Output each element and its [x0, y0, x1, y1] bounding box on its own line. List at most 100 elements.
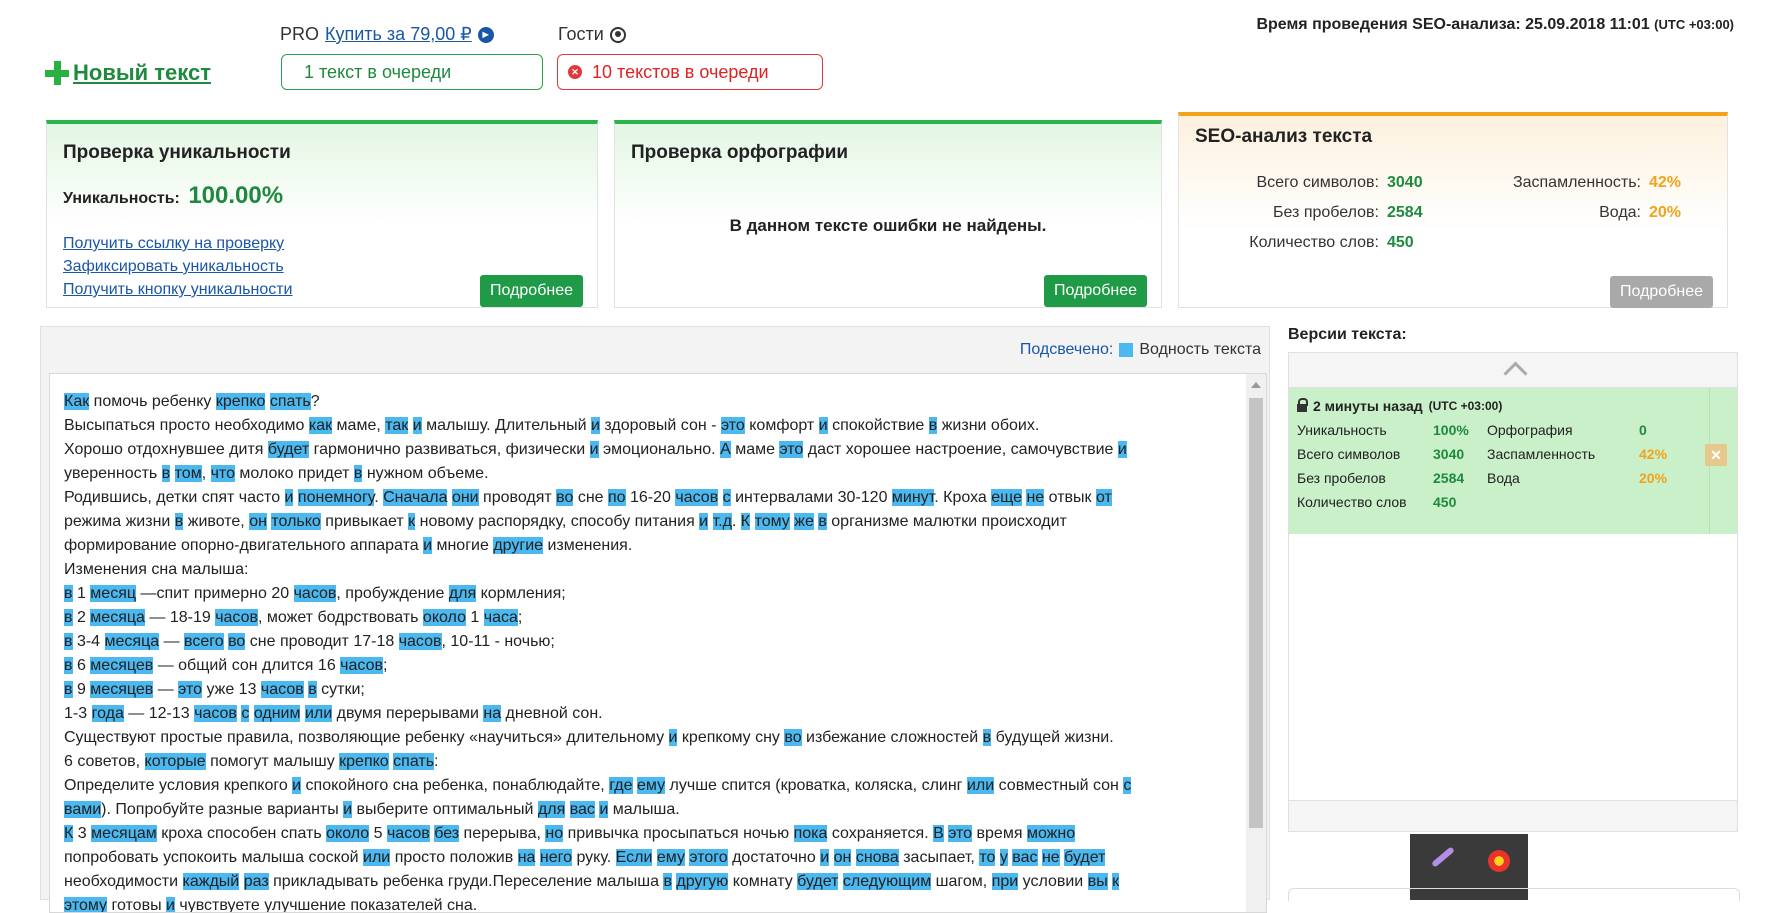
- highlighted-word: в: [64, 657, 73, 674]
- highlighted-word: с: [722, 489, 731, 506]
- text-area[interactable]: Как помочь ребенку крепко спать? Высыпать…: [49, 373, 1267, 913]
- seo-water-value: 20%: [1649, 204, 1682, 221]
- highlighted-word: в: [982, 729, 992, 746]
- highlighted-word: этому: [64, 897, 108, 913]
- highlighted-word: часов: [398, 633, 442, 650]
- fix-uniqueness-link[interactable]: Зафиксировать уникальность: [63, 255, 292, 278]
- text-segment: комфорт: [744, 417, 819, 434]
- text-line: в 9 месяцев — это уже 13 часов в сутки;: [64, 678, 1230, 702]
- chevron-up-icon[interactable]: [1503, 361, 1528, 386]
- text-segment: 6: [72, 657, 91, 674]
- text-segment: формирование опорно-двигательного аппара…: [64, 537, 424, 554]
- highlight-label: Подсвечено:: [1019, 341, 1114, 358]
- scroll-thumb[interactable]: [1249, 398, 1263, 828]
- highlighted-word: для: [448, 585, 477, 602]
- highlighted-word: при: [991, 873, 1019, 890]
- versions-panel: 2 минуты назад (UTC +03:00) Уникальность…: [1288, 352, 1738, 832]
- new-text-link[interactable]: Новый текст: [45, 60, 211, 86]
- highlighted-word: месяцам: [91, 825, 157, 842]
- highlighted-word: К: [64, 825, 74, 842]
- text-segment: выберите оптимальный: [352, 801, 538, 818]
- highlighted-word: в: [64, 609, 73, 626]
- text-segment: [170, 465, 174, 482]
- version-uniq-label: Уникальность: [1297, 422, 1387, 438]
- highlighted-word: еще: [991, 489, 1023, 506]
- uniqueness-value: 100.00%: [188, 182, 284, 209]
- uniqueness-label: Уникальность:: [63, 190, 180, 207]
- arrow-right-circle-icon[interactable]: ►: [477, 26, 494, 43]
- highlighted-word: на: [483, 705, 502, 722]
- text-segment: . Кроха: [934, 489, 992, 506]
- highlighted-word: ему: [656, 849, 685, 866]
- text-segment: ?: [310, 393, 320, 410]
- text-segment: — 18-19: [144, 609, 216, 626]
- highlighted-word: в: [64, 585, 73, 602]
- versions-scroll-up[interactable]: [1289, 353, 1737, 388]
- guests-menu[interactable]: Гости: [558, 24, 626, 45]
- highlighted-word: спать: [269, 393, 311, 410]
- uniqueness-more-button[interactable]: Подробнее: [480, 275, 583, 307]
- seo-time-zone: (UTC +03:00): [1654, 17, 1734, 32]
- text-segment: перерыва,: [459, 825, 546, 842]
- highlighted-word: и: [599, 801, 609, 818]
- text-segment: 1: [465, 609, 484, 626]
- buy-pro-link[interactable]: Купить за 79,00 ₽: [325, 24, 472, 45]
- text-segment: попробовать успокоить малыша соской: [64, 849, 364, 866]
- scrollbar[interactable]: [1246, 374, 1266, 912]
- highlight-legend[interactable]: Подсвечено: Водность текста: [1020, 341, 1261, 359]
- text-segment: время: [972, 825, 1027, 842]
- text-segment: [829, 849, 833, 866]
- pro-label: PRO: [280, 24, 320, 44]
- text-segment: жизни обоих.: [937, 417, 1040, 434]
- seo-nospace-label: Без пробелов:: [1273, 204, 1379, 221]
- text-content[interactable]: Как помочь ребенку крепко спать? Высыпать…: [64, 390, 1230, 913]
- highlighted-word: будет: [797, 873, 839, 890]
- text-segment: сутки;: [316, 681, 365, 698]
- highlighted-word: около: [326, 825, 370, 842]
- text-line: в 2 месяца — 18-19 часов, может бодрство…: [64, 606, 1230, 630]
- delete-version-button[interactable]: ✕: [1705, 444, 1727, 466]
- text-line: попробовать успокоить малыша соской или …: [64, 846, 1230, 870]
- highlighted-word: он: [833, 849, 852, 866]
- seo-more-button[interactable]: Подробнее: [1610, 276, 1713, 308]
- version-item[interactable]: 2 минуты назад (UTC +03:00) Уникальность…: [1289, 388, 1737, 534]
- version-words-label: Количество слов: [1297, 494, 1407, 510]
- text-segment: кроха способен спать: [156, 825, 327, 842]
- text-segment: режима жизни: [64, 513, 175, 530]
- highlighted-word: и: [292, 777, 302, 794]
- text-segment: 1-3: [64, 705, 92, 722]
- highlighted-word: и: [343, 801, 353, 818]
- text-segment: животе,: [183, 513, 250, 530]
- text-segment: лучше спится (кроватка, коляска, слинг: [665, 777, 967, 794]
- highlighted-word: или: [966, 777, 995, 794]
- get-check-link[interactable]: Получить ссылку на проверку: [63, 232, 292, 255]
- scroll-up-icon[interactable]: [1251, 382, 1261, 388]
- flower-icon[interactable]: [1488, 850, 1510, 872]
- seo-water-row: Вода: 20%: [1499, 204, 1681, 222]
- seo-water-label: Вода:: [1599, 204, 1641, 221]
- feather-icon[interactable]: [1431, 846, 1455, 868]
- highlighted-word: Как: [64, 393, 90, 410]
- highlighted-word: которые: [144, 753, 206, 770]
- highlighted-word: он: [249, 513, 267, 530]
- highlighted-word: где: [609, 777, 633, 794]
- text-segment: отвык: [1044, 489, 1096, 506]
- text-segment: 3-4: [72, 633, 105, 650]
- versions-scroll-down[interactable]: [1289, 800, 1737, 831]
- get-uniqueness-button-link[interactable]: Получить кнопку уникальности: [63, 278, 292, 301]
- highlighted-word: это: [178, 681, 202, 698]
- highlighted-word: другие: [493, 537, 544, 554]
- text-segment: проводят: [478, 489, 557, 506]
- highlighted-word: и: [591, 417, 600, 434]
- version-water-label: Вода: [1487, 470, 1520, 486]
- text-segment: .: [374, 489, 384, 506]
- highlighted-word: месяцев: [90, 681, 154, 698]
- uniqueness-line: Уникальность: 100.00%: [63, 182, 283, 210]
- text-line: Хорошо отдохнувшее дитя будет гармонично…: [64, 438, 1230, 462]
- highlighted-word: месяца: [104, 633, 160, 650]
- versions-title: Версии текста:: [1288, 326, 1407, 343]
- highlighted-word: т.д: [712, 513, 732, 530]
- text-line: уверенность в том, что молоко придет в н…: [64, 462, 1230, 486]
- spelling-more-button[interactable]: Подробнее: [1044, 275, 1147, 307]
- highlighted-word: часов: [293, 585, 337, 602]
